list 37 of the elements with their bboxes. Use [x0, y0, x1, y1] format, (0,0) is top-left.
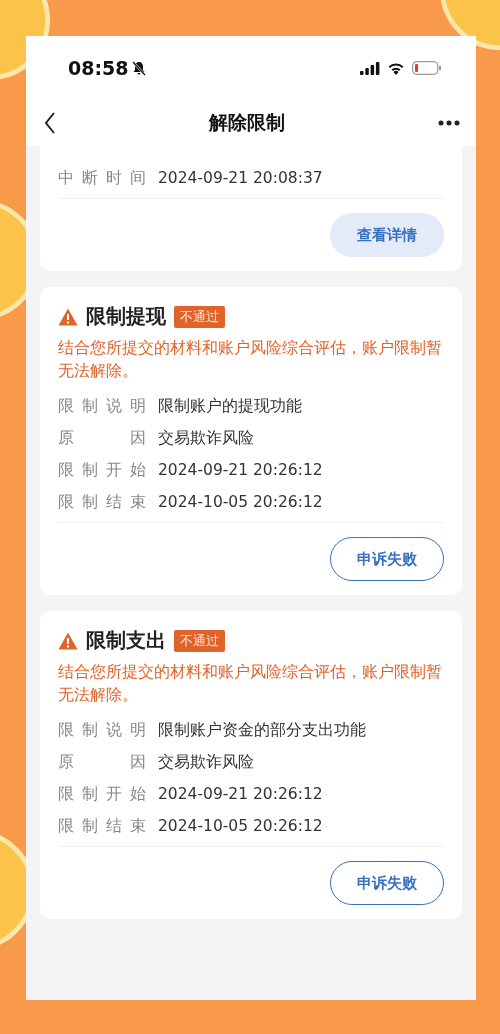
notice-text: 结合您所提交的材料和账户风险综合评估，账户限制暂无法解除。 — [58, 661, 443, 706]
field-value: 2024-10-05 20:26:12 — [158, 817, 323, 835]
status-badge: 不通过 — [174, 629, 225, 652]
warning-icon — [58, 631, 78, 650]
field-value: 2024-09-21 20:26:12 — [158, 461, 323, 479]
back-icon[interactable] — [44, 111, 56, 135]
field-value: 2024-09-21 20:26:12 — [158, 785, 323, 803]
wifi-icon — [387, 61, 405, 75]
field-label: 限制开始 — [58, 459, 146, 481]
field-label: 限制结束 — [58, 491, 146, 513]
field-value: 2024-09-21 20:08:37 — [158, 169, 323, 187]
appeal-button[interactable]: 申诉失败 — [330, 537, 444, 581]
signal-icon — [360, 61, 380, 75]
field-value: 限制账户的提现功能 — [158, 395, 302, 417]
battery-icon — [412, 61, 442, 75]
field-label: 限制说明 — [58, 395, 146, 417]
field-label: 限制结束 — [58, 815, 146, 837]
field-label: 限制开始 — [58, 783, 146, 805]
status-time: 08:58 — [68, 57, 129, 79]
field-label: 限制说明 — [58, 719, 146, 741]
status-badge: 不通过 — [174, 305, 225, 328]
warning-icon — [58, 307, 78, 326]
details-button[interactable]: 查看详情 — [330, 213, 444, 257]
field-value: 交易欺诈风险 — [158, 751, 254, 773]
card-title: 限制支出 — [86, 627, 166, 654]
more-icon[interactable] — [438, 120, 460, 126]
muted-bell-icon — [131, 60, 148, 76]
page-title: 解除限制 — [209, 110, 285, 135]
field-label: 原因 — [58, 751, 146, 773]
notice-text: 结合您所提交的材料和账户风险综合评估，账户限制暂无法解除。 — [58, 337, 443, 382]
field-value: 2024-10-05 20:26:12 — [158, 493, 323, 511]
field-label: 中断时间 — [58, 167, 146, 189]
card-title: 限制提现 — [86, 303, 166, 330]
field-value: 限制账户资金的部分支出功能 — [158, 719, 366, 741]
field-label: 原因 — [58, 427, 146, 449]
field-value: 交易欺诈风险 — [158, 427, 254, 449]
appeal-button[interactable]: 申诉失败 — [330, 861, 444, 905]
